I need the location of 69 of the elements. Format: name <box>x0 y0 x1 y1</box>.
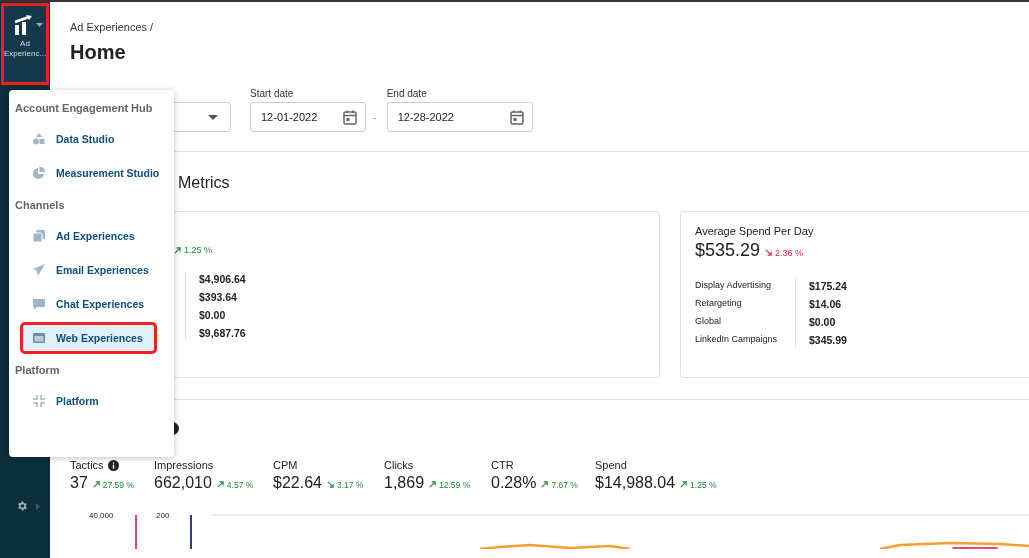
change-value: 3.17 % <box>336 479 364 490</box>
caret-icon <box>36 23 43 27</box>
section-heading: Metrics <box>178 174 231 192</box>
kpi-value: 1,869 <box>384 474 425 492</box>
menu-item[interactable]: Web Experiences <box>22 324 155 352</box>
menu-group-title: Account Engagement Hub <box>14 101 153 116</box>
change-value: 4.57 % <box>226 479 254 490</box>
row-value: $9,687.76 <box>199 326 246 340</box>
menu-group-title: Platform <box>14 363 60 378</box>
compress-icon <box>32 394 46 408</box>
menu-item[interactable]: Ad Experiences <box>22 222 166 250</box>
calendar-icon[interactable] <box>343 109 357 125</box>
row-value: $393.64 <box>199 290 238 304</box>
row-value: $0.00 <box>199 308 227 322</box>
calendar-icon[interactable] <box>509 109 524 125</box>
menu-item[interactable]: Platform <box>22 387 166 415</box>
pie-chart-icon <box>32 166 46 180</box>
kpi-value: 37 <box>70 474 88 492</box>
field-label: End date <box>386 88 428 99</box>
row-value: $0.00 <box>809 315 837 329</box>
menu-item[interactable]: Data Studio <box>22 125 166 153</box>
row-label: LinkedIn Campaigns <box>695 334 779 345</box>
kpi-label: Impressions <box>154 459 214 471</box>
shapes-icon <box>32 132 46 146</box>
kpi-value: 662,010 <box>154 474 212 492</box>
menu-item[interactable]: Measurement Studio <box>22 159 166 187</box>
chevron-right-icon <box>36 502 40 510</box>
change-value: 27.59 % <box>102 479 134 490</box>
kpi-label: Spend <box>595 459 627 471</box>
kpi-value: $22.64 <box>273 474 322 492</box>
change-value: 2.36 % <box>775 247 804 258</box>
change-value: 7.67 % <box>551 479 578 490</box>
kpi-value: $14,988.04 <box>595 474 676 492</box>
row-label: Retargeting <box>695 298 743 309</box>
browser-window-icon <box>32 331 46 345</box>
axis-label: 200 <box>156 511 170 520</box>
field-label: Start date <box>250 88 295 99</box>
row-label: Global <box>695 316 722 327</box>
breadcrumb[interactable]: Ad Experiences / <box>70 21 1029 33</box>
info-icon[interactable] <box>107 459 119 471</box>
kpi-value: 0.28% <box>491 474 537 492</box>
row-value: $345.99 <box>809 333 847 347</box>
kpi-label: Tactics <box>70 459 104 471</box>
page-title: Home <box>70 41 127 64</box>
row-value: $4,906.64 <box>199 272 246 286</box>
change-value: 1.25 % <box>184 245 213 255</box>
row-label: Display Advertising <box>695 280 773 291</box>
menu-group-title: Channels <box>14 198 65 213</box>
change-value: 12.59 % <box>439 479 471 490</box>
kpi-label: CPM <box>273 459 298 471</box>
copy-icon <box>32 229 46 243</box>
date-field[interactable]: 12-28-2022 <box>386 102 533 132</box>
kpi-label: Clicks <box>384 459 414 471</box>
settings-icon[interactable] <box>16 500 28 512</box>
range-separator: - <box>373 111 377 123</box>
date-field[interactable]: 12-01-2022 <box>250 102 366 132</box>
change-value: 1.25 % <box>690 479 717 490</box>
row-value: $14.06 <box>809 297 843 311</box>
menu-item[interactable]: Email Experiences <box>22 256 166 284</box>
menu-item[interactable]: Chat Experiences <box>22 290 166 318</box>
row-value: $175.24 <box>809 279 847 293</box>
app-switcher-button[interactable]: Ad Experienc... <box>1 3 49 85</box>
chat-bubble-icon <box>32 297 46 311</box>
card-title: Average Spend Per Day <box>695 225 815 237</box>
axis-label: 40,000 <box>89 511 114 520</box>
metric-value: $535.29 <box>695 240 761 261</box>
caret-icon <box>208 114 218 120</box>
paper-plane-icon <box>32 263 46 277</box>
kpi-label: CTR <box>491 459 514 471</box>
